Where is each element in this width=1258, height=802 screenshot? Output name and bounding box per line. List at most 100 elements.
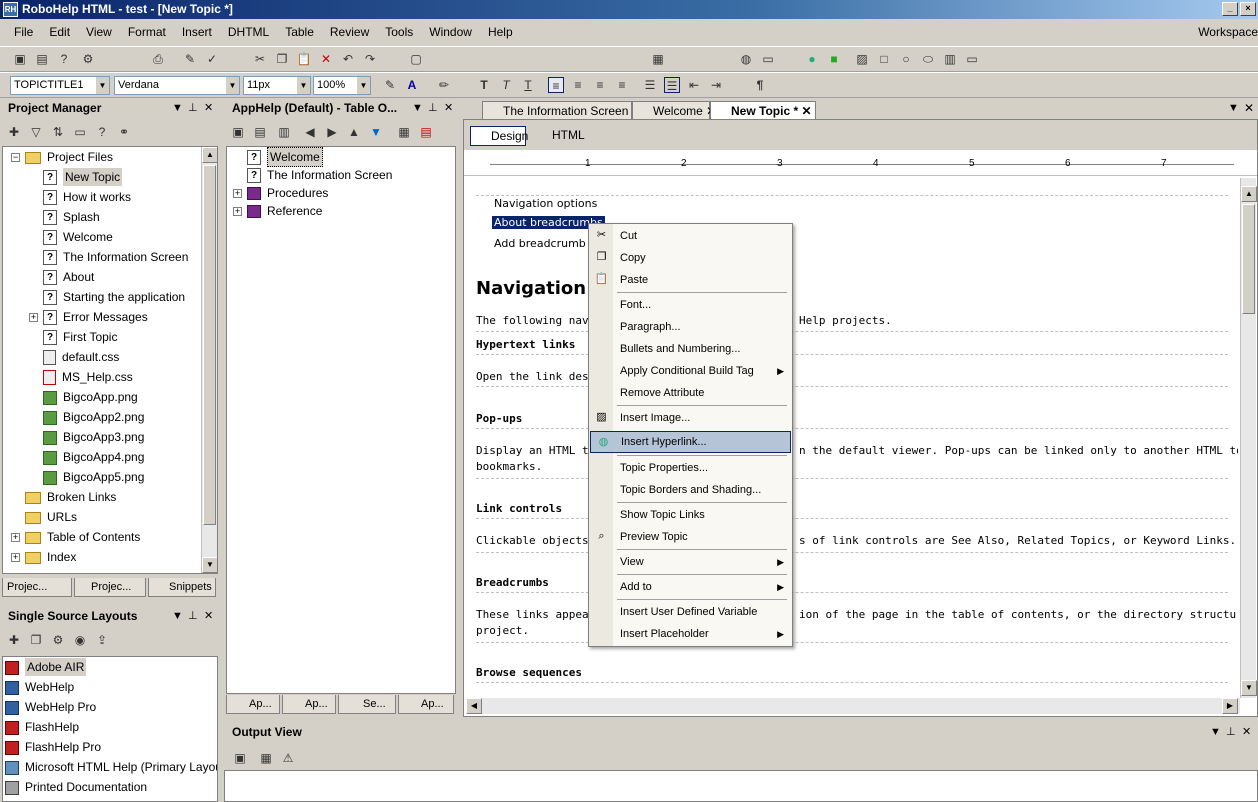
menu-review[interactable]: Review <box>322 25 377 39</box>
tree-item[interactable]: ? About <box>43 267 94 287</box>
document-body[interactable]: Navigation options About breadcrumbs Add… <box>466 178 1238 696</box>
tab-project-files[interactable]: Projec... <box>2 578 72 597</box>
scroll-up-icon[interactable]: ▲ <box>1241 186 1257 202</box>
copy-icon[interactable]: ❐ <box>274 51 290 67</box>
design-tab[interactable]: Design <box>470 126 528 146</box>
auto-create-icon[interactable]: ▦ <box>396 124 412 140</box>
style-combo[interactable]: TOPICTITLE1 ▼ <box>10 76 110 95</box>
styles-icon[interactable]: ✎ <box>382 77 398 93</box>
tab-snippets[interactable]: Snippets <box>148 578 216 597</box>
tree-item[interactable]: BigcoApp5.png <box>43 467 144 487</box>
new-icon[interactable]: ✚ <box>6 124 22 140</box>
pin-icon[interactable]: ⊥ <box>428 98 438 118</box>
outdent-icon[interactable]: ⇤ <box>686 77 702 93</box>
tree-item[interactable]: ? Starting the application <box>43 287 185 307</box>
pin-icon[interactable]: ⊥ <box>188 606 198 626</box>
copy-layout-icon[interactable]: ❐ <box>28 632 44 648</box>
tab-index[interactable]: Ap... <box>282 695 336 714</box>
collapse-icon[interactable]: − <box>11 153 20 162</box>
chevron-down-icon[interactable]: ▼ <box>226 77 239 94</box>
list-item[interactable]: WebHelp <box>5 677 74 697</box>
form-icon[interactable]: ▥ <box>942 51 958 67</box>
new-book-icon[interactable]: ▣ <box>230 124 246 140</box>
tree-item-toc[interactable]: Table of Contents <box>25 527 140 547</box>
toc-item[interactable]: ? The Information Screen <box>247 165 392 185</box>
pin-icon[interactable]: ⊥ <box>1226 722 1236 742</box>
scroll-left-icon[interactable]: ◀ <box>466 698 482 714</box>
list-item[interactable]: WebHelp Pro <box>5 697 96 717</box>
help-icon[interactable]: ? <box>56 51 72 67</box>
redo-icon[interactable]: ↷ <box>362 51 378 67</box>
menu-format[interactable]: Format <box>120 25 174 39</box>
close-icon[interactable]: ✕ <box>444 98 453 118</box>
menu-window[interactable]: Window <box>421 25 480 39</box>
tree-item-project-files[interactable]: Project Files <box>25 147 113 167</box>
tree-item-broken-links[interactable]: Broken Links <box>25 487 116 507</box>
view-icon[interactable]: ◉ <box>72 632 88 648</box>
chevron-down-icon[interactable]: ▼ <box>357 77 370 94</box>
delete-icon[interactable]: ✕ <box>318 51 334 67</box>
numbered-list-icon[interactable]: ☰ <box>642 77 658 93</box>
editor-vscroll[interactable]: ▲ ▼ <box>1240 178 1257 698</box>
list-item[interactable]: FlashHelp Pro <box>5 737 101 757</box>
generate-icon[interactable]: ⚙ <box>50 632 66 648</box>
print-icon[interactable]: ⎙ <box>150 51 166 67</box>
properties-icon[interactable]: ▥ <box>276 124 292 140</box>
menu-item-bullets[interactable]: Bullets and Numbering... <box>589 338 792 360</box>
underline-icon[interactable]: T <box>520 77 536 93</box>
rectangle-icon[interactable]: □ <box>876 51 892 67</box>
pencil-icon[interactable]: ✎ <box>182 51 198 67</box>
arrow-left-icon[interactable]: ◀ <box>302 124 318 140</box>
scroll-down-icon[interactable]: ▼ <box>1241 680 1257 696</box>
expand-icon[interactable]: + <box>11 533 20 542</box>
list-item[interactable]: FlashHelp <box>5 717 79 737</box>
close-icon[interactable]: ✕ <box>801 104 811 118</box>
expand-icon[interactable]: + <box>233 207 242 216</box>
tree-item[interactable]: BigcoApp2.png <box>43 407 144 427</box>
compile-icon[interactable]: ⚙ <box>80 51 96 67</box>
close-icon[interactable]: ✕ <box>1244 101 1254 115</box>
sort-icon[interactable]: ⇅ <box>50 124 66 140</box>
doc-tab-new-topic[interactable]: New Topic * ✕ <box>710 101 816 119</box>
html-tab[interactable]: HTML <box>534 126 590 146</box>
doc-tab-information-screen[interactable]: The Information Screen ✕ <box>482 101 642 119</box>
captivate-icon[interactable]: ■ <box>826 51 842 67</box>
pane-menu-icon[interactable]: ▼ <box>172 98 183 118</box>
comment-icon[interactable]: ▭ <box>760 51 776 67</box>
filter-icon[interactable]: ▽ <box>28 124 44 140</box>
menu-item-show-topic-links[interactable]: Show Topic Links <box>589 504 792 526</box>
circle-icon[interactable]: ○ <box>898 51 914 67</box>
tab-glossary[interactable]: Ap... <box>398 695 454 714</box>
image-icon[interactable]: ▨ <box>854 51 870 67</box>
align-left-icon[interactable]: ≡ <box>548 77 564 93</box>
list-item[interactable]: Microsoft HTML Help (Primary Layout) <box>5 757 217 777</box>
paste-icon[interactable]: 📋 <box>296 51 312 67</box>
close-icon[interactable]: ✕ <box>204 606 213 626</box>
pane-menu-icon[interactable]: ▼ <box>1210 722 1221 742</box>
pane-menu-icon[interactable]: ▼ <box>172 606 183 626</box>
expand-icon[interactable]: + <box>233 189 242 198</box>
menu-insert[interactable]: Insert <box>174 25 220 39</box>
menu-tools[interactable]: Tools <box>377 25 421 39</box>
bullet-list-icon[interactable]: ☰ <box>664 77 680 93</box>
arrow-right-icon[interactable]: ▶ <box>324 124 340 140</box>
tree-item-urls[interactable]: URLs <box>25 507 77 527</box>
tree-item[interactable]: ? Welcome <box>43 227 113 247</box>
new-page-icon[interactable]: ▤ <box>252 124 268 140</box>
doc-menu-icon[interactable]: ▼ <box>1228 102 1239 114</box>
ellipse-icon[interactable]: ⬭ <box>920 51 936 67</box>
align-right-icon[interactable]: ≡ <box>592 77 608 93</box>
menu-item-topic-borders[interactable]: Topic Borders and Shading... <box>589 479 792 501</box>
arrow-up-icon[interactable]: ▲ <box>346 124 362 140</box>
clear-output-icon[interactable]: ▦ <box>258 750 274 766</box>
list-item[interactable]: Printed Documentation <box>5 777 147 797</box>
topic-icon[interactable]: ? <box>94 124 110 140</box>
menu-item-add-to[interactable]: Add to ▶ <box>589 576 792 598</box>
tree-item[interactable]: ? How it works <box>43 187 131 207</box>
tree-item[interactable]: ? New Topic <box>43 167 123 187</box>
ruler[interactable]: 1 2 3 4 5 6 7 <box>464 152 1257 176</box>
tree-item-index[interactable]: Index <box>25 547 76 567</box>
close-icon[interactable]: ✕ <box>204 98 213 118</box>
size-combo[interactable]: 11px ▼ <box>243 76 311 95</box>
editor-hscroll[interactable]: ◀ ▶ <box>466 698 1240 714</box>
